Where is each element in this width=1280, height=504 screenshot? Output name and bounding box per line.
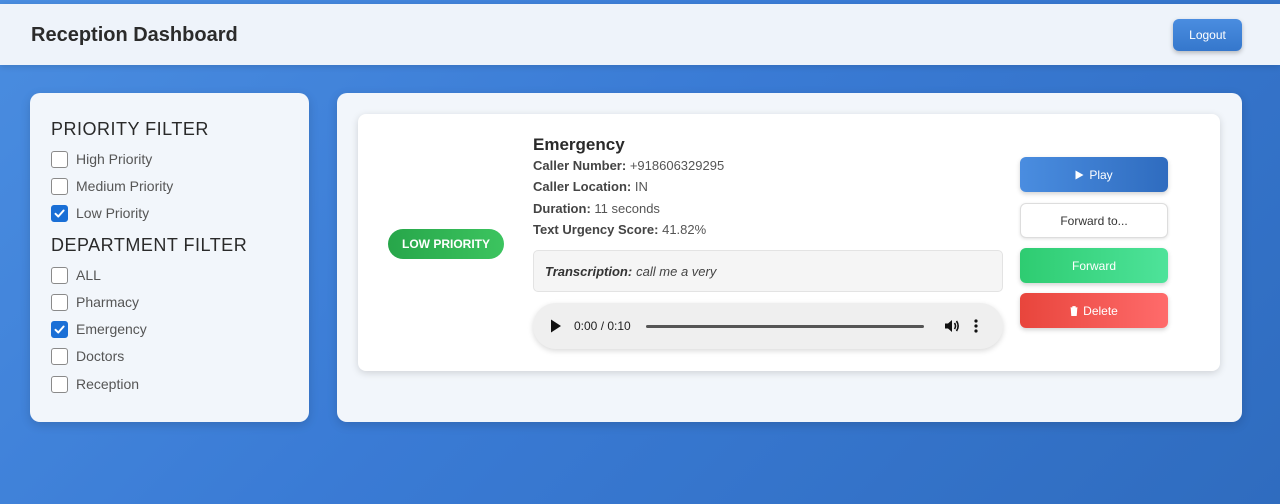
forward-to-select[interactable]: Forward to... xyxy=(1020,203,1168,238)
call-department: Emergency xyxy=(533,135,625,154)
checkbox[interactable] xyxy=(51,347,68,365)
delete-button-label: Delete xyxy=(1083,303,1118,318)
play-icon[interactable] xyxy=(550,319,562,333)
checkbox-checked[interactable] xyxy=(51,204,68,222)
checkbox[interactable] xyxy=(51,150,68,168)
logout-button[interactable]: Logout xyxy=(1173,19,1242,51)
checkbox-checked[interactable] xyxy=(51,320,68,338)
checkbox-label: Doctors xyxy=(76,348,125,364)
priority-badge: LOW PRIORITY xyxy=(388,229,504,259)
filter-doctors[interactable]: Doctors xyxy=(51,347,124,365)
urgency-line: Text Urgency Score: 41.82% xyxy=(533,222,706,237)
filter-pharmacy[interactable]: Pharmacy xyxy=(51,293,139,311)
checkbox[interactable] xyxy=(51,375,68,393)
checkbox-label: Low Priority xyxy=(76,205,150,221)
checkbox[interactable] xyxy=(51,293,68,311)
more-vertical-icon[interactable] xyxy=(973,318,979,334)
checkbox-label: High Priority xyxy=(76,151,153,167)
play-button-label: Play xyxy=(1089,167,1113,182)
delete-button[interactable]: Delete xyxy=(1020,293,1168,328)
calls-panel: LOW PRIORITY Emergency Caller Number: +9… xyxy=(337,93,1242,422)
checkbox-label: Emergency xyxy=(76,321,147,337)
transcription-label: Transcription: xyxy=(545,263,633,279)
department-filter-heading: DEPARTMENT FILTER xyxy=(51,235,248,255)
checkbox[interactable] xyxy=(51,177,68,195)
caller-number: +918606329295 xyxy=(629,158,725,173)
filter-panel: PRIORITY FILTER High Priority Medium Pri… xyxy=(30,93,309,422)
caller-location-label: Caller Location: xyxy=(533,179,632,194)
page-title: Reception Dashboard xyxy=(31,24,238,46)
audio-time: 0:00 / 0:10 xyxy=(574,319,631,333)
trash-icon xyxy=(1070,305,1078,316)
caller-number-line: Caller Number: +918606329295 xyxy=(533,158,724,173)
checkmark-icon xyxy=(54,325,65,333)
transcription-box: Transcription: call me a very xyxy=(533,250,1003,292)
caller-location: IN xyxy=(634,179,648,194)
checkbox-label: ALL xyxy=(76,267,101,283)
duration-label: Duration: xyxy=(533,201,591,216)
checkbox-label: Medium Priority xyxy=(76,178,174,194)
play-triangle-icon xyxy=(1075,170,1084,180)
volume-icon[interactable] xyxy=(944,318,960,334)
checkmark-icon xyxy=(54,209,65,217)
priority-filter-heading: PRIORITY FILTER xyxy=(51,119,209,139)
filter-reception[interactable]: Reception xyxy=(51,375,139,393)
filter-medium-priority[interactable]: Medium Priority xyxy=(51,177,173,195)
filter-low-priority[interactable]: Low Priority xyxy=(51,204,149,222)
filter-high-priority[interactable]: High Priority xyxy=(51,150,152,168)
checkbox-label: Reception xyxy=(76,376,140,392)
forward-button[interactable]: Forward xyxy=(1020,248,1168,283)
filter-emergency[interactable]: Emergency xyxy=(51,320,147,338)
checkbox[interactable] xyxy=(51,266,68,284)
urgency-label: Text Urgency Score: xyxy=(533,222,659,237)
caller-number-label: Caller Number: xyxy=(533,158,627,173)
audio-seek-bar[interactable] xyxy=(646,325,924,328)
play-button[interactable]: Play xyxy=(1020,157,1168,192)
duration-line: Duration: 11 seconds xyxy=(533,201,660,216)
duration: 11 seconds xyxy=(594,201,660,216)
filter-all[interactable]: ALL xyxy=(51,266,101,284)
top-bar: Reception Dashboard Logout xyxy=(0,4,1280,65)
caller-location-line: Caller Location: IN xyxy=(533,179,648,194)
urgency-score: 41.82% xyxy=(662,222,707,237)
transcription-text: call me a very xyxy=(636,263,717,279)
call-card: LOW PRIORITY Emergency Caller Number: +9… xyxy=(358,114,1220,371)
audio-player: 0:00 / 0:10 xyxy=(533,303,1003,349)
checkbox-label: Pharmacy xyxy=(76,294,140,310)
